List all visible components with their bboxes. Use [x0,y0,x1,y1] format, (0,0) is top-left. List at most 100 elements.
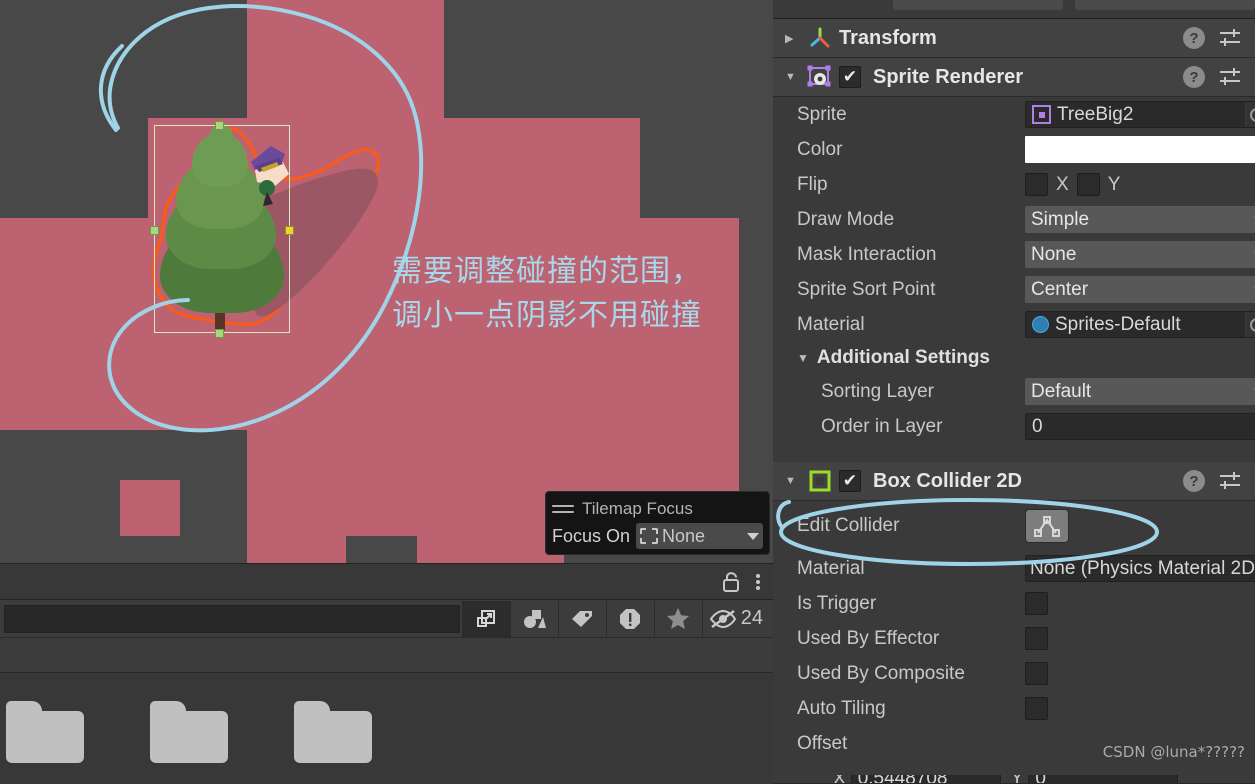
flip-control: X Y [1025,173,1255,196]
edit-collider-control [1025,509,1255,543]
collider-material-value: None (Physics Material 2D) [1030,557,1255,579]
flip-label: Flip [797,173,828,195]
component-title-box-collider-2d: Box Collider 2D [873,469,1022,492]
folder-icon[interactable] [294,701,372,763]
object-picker-button[interactable] [1245,102,1255,127]
foldout-arrow-sprite-renderer[interactable]: ▼ [785,71,807,83]
order-in-layer-label: Order in Layer [821,415,943,437]
console-log-body[interactable] [0,637,773,673]
mask-interaction-dropdown[interactable]: None ▼ [1025,241,1255,268]
draw-mode-label: Draw Mode [797,208,895,230]
sprite-sort-point-dropdown[interactable]: Center ▼ [1025,276,1255,303]
tilemap-cell [247,536,346,563]
material-object-field[interactable]: Sprites-Default [1025,311,1255,338]
resize-handle-right[interactable] [285,226,294,235]
help-icon[interactable]: ? [1183,66,1205,88]
used-by-effector-checkbox[interactable] [1025,627,1048,650]
sprite-control: TreeBig2 [1025,101,1255,128]
sprite-selection-box[interactable] [150,121,294,338]
hidden-objects-counter[interactable]: 24 [701,600,773,637]
property-row-used-by-effector: Used By Effector [773,621,1255,656]
collider-material-label: Material [797,557,865,579]
component-header-transform[interactable]: ▶ Transform ? [773,19,1255,58]
help-icon[interactable]: ? [1183,470,1205,492]
auto-tiling-label: Auto Tiling [797,697,886,719]
object-picker-button[interactable] [1245,312,1255,337]
favorite-star-icon[interactable] [653,600,702,637]
edit-collider-button[interactable] [1025,509,1069,543]
offset-vector-row: X 0.5448708 Y 0 [773,775,1255,783]
eye-off-icon [709,609,736,628]
additional-settings-foldout[interactable]: ▼ Additional Settings [773,342,1255,374]
foldout-arrow-box-collider-2d[interactable]: ▼ [785,475,807,487]
sprite-object-field[interactable]: TreeBig2 [1025,101,1255,128]
caret-down-icon[interactable] [747,532,759,540]
annotation-note-line-1: 需要调整碰撞的范围， [392,254,702,289]
hamburger-icon[interactable] [552,501,574,517]
flip-y-checkbox[interactable] [1076,173,1100,196]
tilemap-focus-control-row: Focus On None [552,522,763,550]
resize-handle-bottom[interactable] [215,329,224,338]
resize-handle-top[interactable] [215,121,224,130]
mask-interaction-control: None ▼ [1025,241,1255,268]
preset-settings-icon[interactable] [1219,471,1241,491]
auto-tiling-checkbox[interactable] [1025,697,1048,720]
offset-x-input[interactable]: 0.5448708 [850,775,1001,783]
component-header-sprite-renderer[interactable]: ▼ ✔ Sprite Renderer ? [773,58,1255,97]
open-external-icon[interactable] [461,600,510,637]
component-header-icons: ? [1183,470,1255,492]
error-icon[interactable] [605,600,654,637]
kebab-menu-icon[interactable] [755,571,761,593]
focus-on-dropdown[interactable]: None [636,523,763,549]
search-input[interactable] [4,604,460,633]
project-browser[interactable] [0,672,773,784]
tag-icon[interactable] [557,600,606,637]
sorting-layer-control: Default ▼ [1025,378,1255,405]
flip-x-checkbox[interactable] [1025,173,1048,196]
collider-material-control: None (Physics Material 2D) [1025,555,1255,582]
sorting-layer-dropdown[interactable]: Default ▼ [1025,378,1255,405]
offset-y-label: Y [1011,775,1024,783]
preset-settings-icon[interactable] [1219,67,1241,87]
annotation-note: 需要调整碰撞的范围， 调小一点阴影不用碰撞 [392,250,702,338]
component-title-transform: Transform [839,26,937,49]
used-by-composite-checkbox[interactable] [1025,662,1048,685]
unlock-icon[interactable] [721,571,741,593]
offset-y-input[interactable]: 0 [1028,775,1179,783]
foldout-arrow-additional-settings[interactable]: ▼ [797,351,809,365]
sprite-value: TreeBig2 [1057,103,1134,125]
sprite-sort-point-value: Center [1031,278,1089,300]
component-header-box-collider-2d[interactable]: ▼ ✔ Box Collider 2D ? [773,462,1255,501]
property-row-draw-mode: Draw Mode Simple ▼ [773,202,1255,237]
is-trigger-checkbox[interactable] [1025,592,1048,615]
offset-label: Offset [797,732,848,754]
order-in-layer-input[interactable]: 0 [1025,413,1255,440]
sprite-renderer-icon [807,64,833,90]
tilemap-focus-overlay[interactable]: Tilemap Focus Focus On None [545,491,770,555]
folder-icon[interactable] [6,701,84,763]
draw-mode-dropdown[interactable]: Simple ▼ [1025,206,1255,233]
material-value: Sprites-Default [1055,313,1181,335]
preset-settings-icon[interactable] [1219,28,1241,48]
inspector-panel[interactable]: ▶ Transform ? ▼ ✔ Sprite Renderer ? Spri… [773,0,1255,783]
dashed-square-icon [640,528,659,544]
property-row-mask-interaction: Mask Interaction None ▼ [773,237,1255,272]
foldout-arrow-transform[interactable]: ▶ [785,32,807,45]
component-enabled-checkbox-box-collider-2d[interactable]: ✔ [839,470,861,492]
resize-handle-left[interactable] [150,226,159,235]
component-enabled-checkbox-sprite-renderer[interactable]: ✔ [839,66,861,88]
focus-on-value: None [662,525,706,546]
collider-material-object-field[interactable]: None (Physics Material 2D) [1025,555,1255,582]
geometry-icon[interactable] [509,600,558,637]
property-row-sprite: Sprite TreeBig2 [773,97,1255,132]
help-icon[interactable]: ? [1183,27,1205,49]
color-swatch-field[interactable] [1025,136,1255,163]
scene-view[interactable]: 需要调整碰撞的范围， 调小一点阴影不用碰撞 Tilemap Focus Focu… [0,0,773,563]
used-by-composite-control [1025,662,1255,685]
inspector-top-partial-row [773,0,1255,19]
material-control: Sprites-Default [1025,311,1255,338]
component-header-icons: ? [1183,66,1255,88]
used-by-composite-label: Used By Composite [797,662,965,684]
color-label: Color [797,138,843,160]
folder-icon[interactable] [150,701,228,763]
